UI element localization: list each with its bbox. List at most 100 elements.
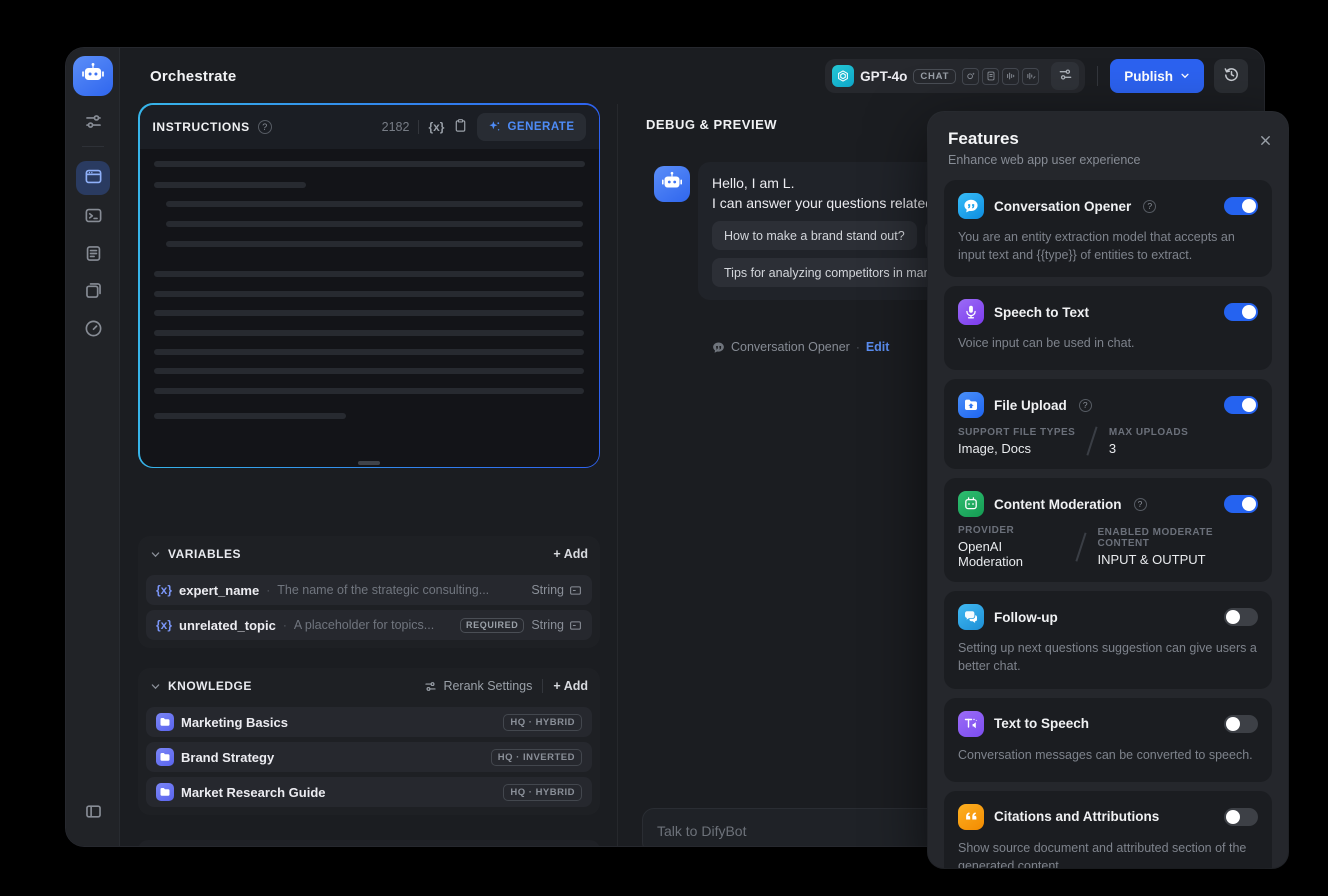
feature-toggle[interactable] — [1224, 303, 1258, 322]
meta-value: Image, Docs — [958, 440, 1031, 456]
input-type-icon[interactable] — [569, 584, 582, 597]
video-capability-icon — [1022, 67, 1040, 85]
model-tuning-button[interactable] — [76, 106, 110, 140]
skeleton-text-line — [153, 348, 584, 355]
meta-label: PROVIDER — [958, 525, 1015, 537]
variable-name: expert_name — [179, 582, 260, 598]
model-parameters-button[interactable] — [1051, 62, 1080, 90]
feature-card-speech-to-text: Speech to Text Voice input can be used in… — [944, 286, 1272, 371]
debug-preview-title: DEBUG & PREVIEW — [646, 117, 778, 132]
skeleton-text-line — [153, 270, 584, 277]
screen: Orchestrate GPT-4o CHAT Publish INSTRUCT… — [0, 0, 1328, 896]
meta-value: OpenAI Moderation — [958, 539, 1024, 570]
variable-row[interactable]: {x} unrelated_topic · A placeholder for top… — [146, 610, 592, 640]
model-selector[interactable]: GPT-4o CHAT — [825, 59, 1086, 93]
feature-description: Conversation messages can be converted t… — [958, 747, 1253, 762]
variable-row[interactable]: {x} expert_name · The name of the strategic… — [146, 575, 592, 605]
rerank-settings-button[interactable]: Rerank Settings — [424, 679, 532, 693]
edit-opener-link[interactable]: Edit — [866, 340, 890, 354]
feature-meta: SUPPORT FILE TYPES Image, Docs MAX UPLOADS… — [958, 426, 1258, 456]
knowledge-row[interactable]: Marketing Basics HQ · HYBRID — [146, 707, 592, 737]
browser-window-icon — [84, 167, 103, 189]
features-panel-subtitle: Enhance web app user experience — [948, 153, 1141, 167]
variable-type: String — [531, 618, 582, 632]
insert-variable-button[interactable]: {x} — [428, 120, 444, 134]
suggestion-chip[interactable]: How to make a brand stand out? — [712, 221, 917, 250]
meta-value: 3 — [1108, 440, 1117, 456]
help-icon[interactable] — [1143, 199, 1157, 213]
sidebar-item-annotations[interactable] — [76, 275, 110, 309]
version-history-button[interactable] — [1214, 59, 1248, 93]
retrieval-mode-badge: HQ · INVERTED — [490, 748, 582, 766]
moderation-icon — [958, 491, 984, 518]
feature-title: File Upload — [994, 397, 1067, 413]
configuration-column: INSTRUCTIONS 2182 {x} GENERATE — [120, 103, 618, 846]
text-speech-icon — [958, 710, 984, 737]
knowledge-name: Marketing Basics — [181, 714, 288, 730]
chevron-down-icon[interactable] — [150, 681, 161, 692]
conversation-opener-indicator: Conversation Opener · Edit — [712, 340, 889, 354]
feature-toggle[interactable] — [1224, 714, 1258, 733]
clipboard-icon — [453, 118, 468, 136]
skeleton-text-line — [153, 181, 306, 188]
variable-name: unrelated_topic — [179, 617, 276, 633]
bot-avatar — [654, 166, 690, 202]
sparkle-icon — [488, 120, 501, 133]
add-variable-button[interactable]: + Add — [553, 547, 588, 561]
copy-prompt-button[interactable] — [453, 118, 468, 136]
publish-button[interactable]: Publish — [1110, 59, 1204, 93]
skeleton-text-line — [153, 329, 584, 336]
variable-description: The name of the strategic consulting... — [277, 583, 490, 597]
feature-title: Follow-up — [994, 609, 1058, 625]
skeleton-text-line — [153, 160, 585, 167]
sidebar-item-terminal[interactable] — [76, 200, 110, 234]
add-knowledge-button[interactable]: + Add — [553, 679, 588, 693]
feature-toggle[interactable] — [1224, 495, 1258, 514]
knowledge-name: Market Research Guide — [181, 784, 326, 800]
help-icon[interactable] — [257, 119, 272, 134]
retrieval-mode-badge: HQ · HYBRID — [503, 713, 582, 731]
sliders-icon — [424, 680, 437, 693]
close-features-button[interactable] — [1259, 134, 1272, 150]
dot-separator: · — [282, 618, 287, 632]
feature-toggle[interactable] — [1224, 608, 1258, 627]
retrieval-mode-badge: HQ · HYBRID — [503, 783, 582, 801]
app-logo[interactable] — [73, 56, 113, 96]
rail-divider — [82, 146, 104, 147]
variable-token-icon: {x} — [156, 583, 173, 597]
feature-toggle[interactable] — [1224, 807, 1258, 826]
feature-toggle[interactable] — [1224, 197, 1258, 215]
instructions-editor[interactable] — [140, 149, 599, 467]
knowledge-row[interactable]: Brand Strategy HQ · INVERTED — [146, 742, 592, 772]
feature-title: Text to Speech — [994, 716, 1090, 731]
sidebar-item-logs[interactable] — [76, 238, 110, 272]
help-icon[interactable] — [1133, 497, 1147, 511]
feature-meta: PROVIDER OpenAI Moderation ENABLED MODERAT… — [958, 525, 1258, 569]
help-icon[interactable] — [1078, 398, 1092, 412]
sidebar-item-orchestrate[interactable] — [76, 161, 110, 195]
input-type-icon[interactable] — [569, 619, 582, 632]
feature-card-citations: Citations and Attributions Show source do… — [944, 790, 1272, 868]
collapse-panel-icon — [84, 802, 103, 824]
character-count: 2182 — [381, 119, 410, 134]
skeleton-text-line — [165, 220, 583, 227]
feature-title: Citations and Attributions — [994, 809, 1160, 824]
feature-card-conversation-opener: Conversation Opener You are an entity ext… — [944, 180, 1272, 278]
divider — [418, 119, 420, 134]
openai-logo-icon — [832, 65, 855, 87]
feature-description: You are an entity extraction model that … — [958, 230, 1235, 263]
variables-title: VARIABLES — [168, 547, 241, 561]
generate-button[interactable]: GENERATE — [477, 112, 586, 141]
feature-card-follow-up: Follow-up Setting up next questions sugge… — [944, 591, 1272, 689]
meta-label: SUPPORT FILE TYPES — [958, 426, 1076, 438]
knowledge-title: KNOWLEDGE — [168, 679, 252, 693]
knowledge-row[interactable]: Market Research Guide HQ · HYBRID — [146, 777, 592, 807]
divider — [542, 679, 544, 693]
collapse-sidebar-button[interactable] — [76, 796, 110, 830]
knowledge-section: KNOWLEDGE Rerank Settings + Add Marketin… — [138, 668, 600, 815]
chevron-down-icon[interactable] — [150, 549, 161, 560]
sidebar-item-monitoring[interactable] — [76, 313, 110, 347]
resize-handle[interactable] — [358, 461, 380, 465]
feature-card-text-to-speech: Text to Speech Conversation messages can … — [944, 697, 1272, 782]
feature-toggle[interactable] — [1224, 396, 1258, 415]
